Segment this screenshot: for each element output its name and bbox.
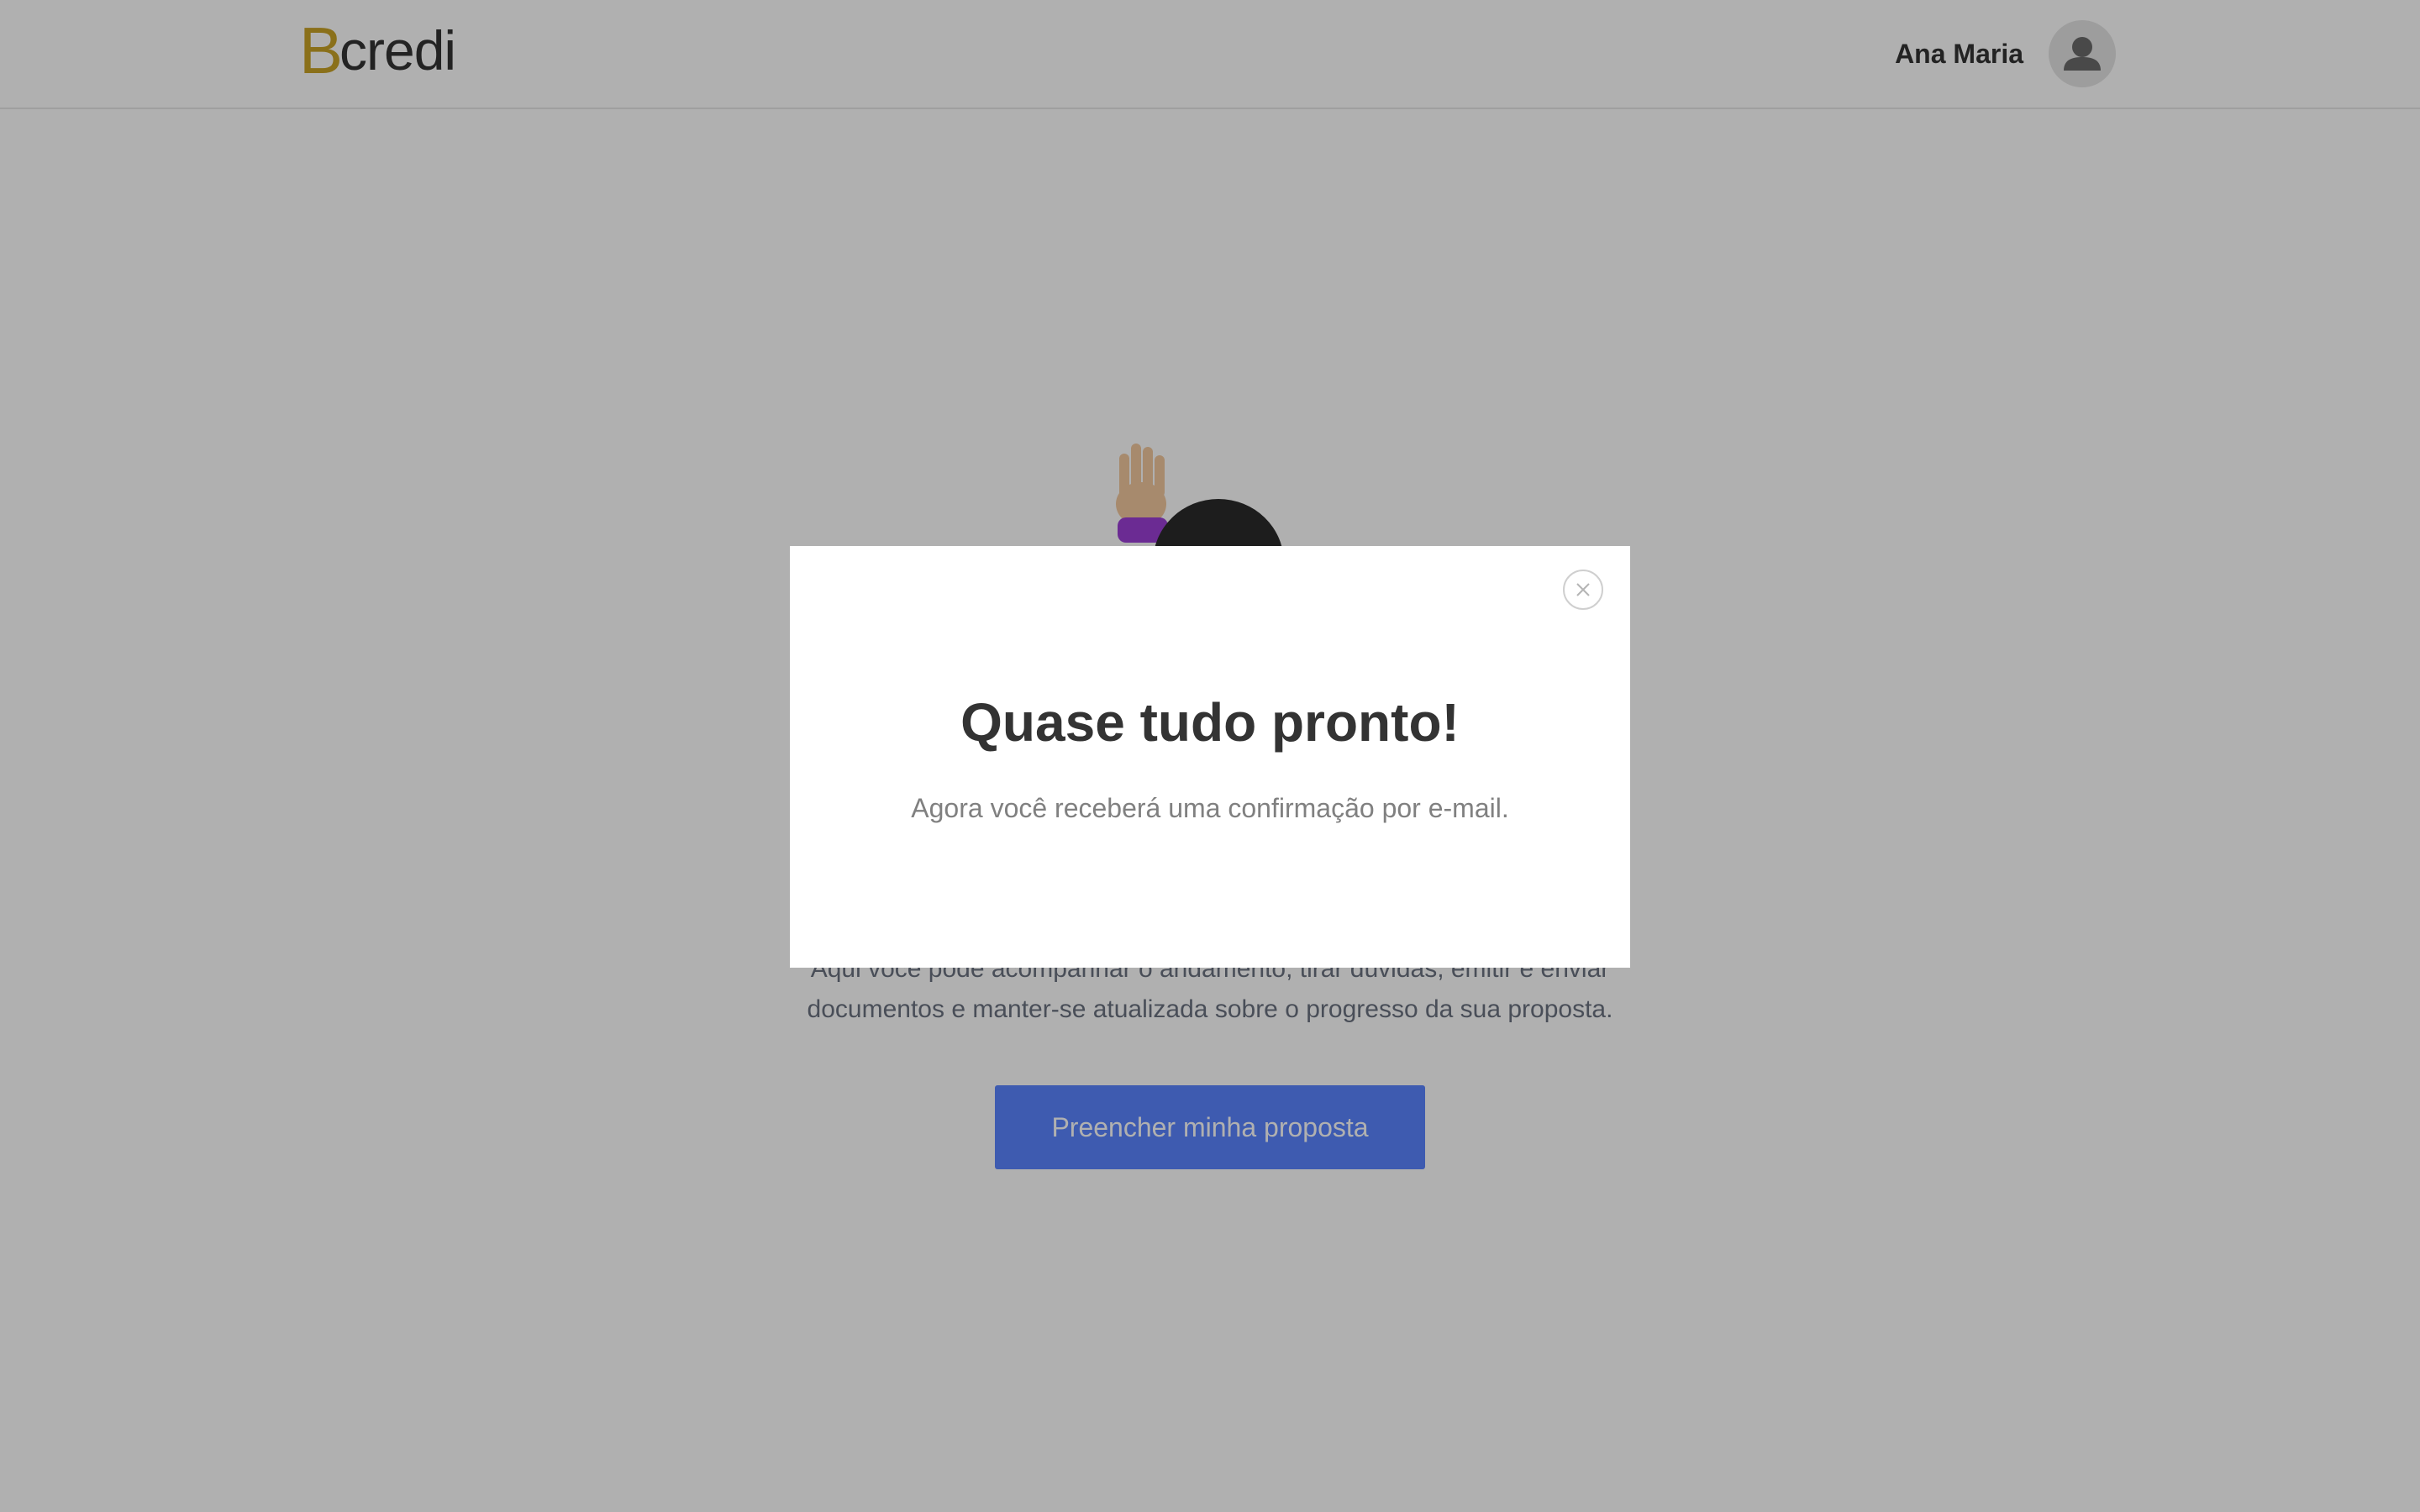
modal-message: Agora você receberá uma confirmação por …: [911, 793, 1509, 823]
page: B credi Ana Maria b: [0, 0, 2420, 1512]
close-icon[interactable]: [1563, 570, 1603, 610]
modal-title: Quase tudo pronto!: [960, 692, 1460, 753]
confirmation-modal: Quase tudo pronto! Agora você receberá u…: [790, 546, 1630, 968]
